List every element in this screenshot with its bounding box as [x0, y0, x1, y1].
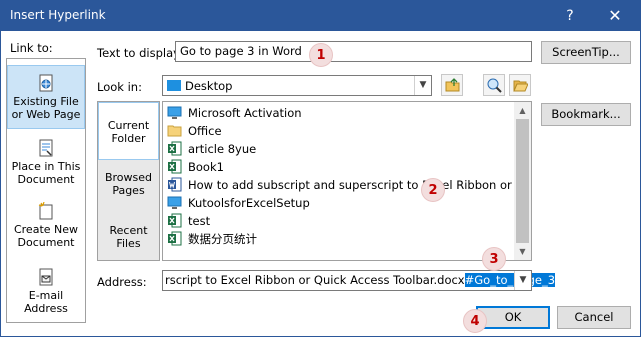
file-name: KutoolsforExcelSetup	[188, 196, 310, 210]
file-name: article 8yue	[188, 142, 257, 156]
link-to-email-line1: E-mail	[28, 289, 64, 302]
browse-web-button[interactable]	[483, 74, 505, 96]
new-document-icon	[38, 202, 53, 220]
email-icon	[39, 268, 53, 286]
link-to-label: Link to:	[10, 41, 53, 55]
list-item[interactable]: test	[167, 212, 210, 230]
text-to-display-input[interactable]: Go to page 3 in Word	[175, 41, 532, 62]
annotation-badge-1: 1	[309, 43, 333, 67]
link-to-place-line2: Document	[17, 173, 75, 186]
scroll-up-icon[interactable]: ▲	[514, 102, 531, 119]
browsed-pages-line2: Pages	[112, 184, 145, 197]
annotation-badge-3: 3	[482, 247, 506, 271]
address-input[interactable]: rscript to Excel Ribbon or Quick Access …	[162, 270, 556, 291]
address-value: rscript to Excel Ribbon or Quick Access …	[165, 273, 556, 287]
link-to-place-in-document[interactable]: Place in This Document	[7, 139, 85, 186]
excel-icon	[168, 213, 182, 228]
chevron-down-icon[interactable]: ▼	[514, 271, 531, 290]
look-in-dropdown[interactable]: Desktop ▼	[162, 75, 432, 96]
list-item[interactable]: Microsoft Activation	[167, 104, 302, 122]
desktop-icon	[167, 80, 181, 91]
look-in-value: Desktop	[185, 79, 233, 93]
recent-files-line2: Files	[116, 237, 141, 250]
scroll-down-icon[interactable]: ▼	[514, 243, 531, 260]
address-value-selected: #Go_to_page_3	[464, 273, 556, 287]
link-to-create-line2: Document	[17, 236, 75, 249]
insert-hyperlink-dialog: Insert Hyperlink ? ✕ Link to: Existing F…	[0, 0, 641, 337]
window-title: Insert Hyperlink	[10, 8, 106, 22]
excel-icon	[168, 231, 182, 246]
list-item[interactable]: Office	[167, 122, 222, 140]
link-to-existing-line1: Existing File	[13, 95, 79, 108]
browsed-pages-line1: Browsed	[104, 171, 153, 184]
file-name: Book1	[188, 160, 224, 174]
browsed-pages-tab[interactable]: Browsed Pages	[98, 171, 159, 197]
file-name: Office	[188, 124, 222, 138]
list-item[interactable]: KutoolsforExcelSetup	[167, 194, 310, 212]
list-item[interactable]: article 8yue	[167, 140, 256, 158]
word-icon	[168, 177, 182, 192]
file-name: test	[188, 214, 211, 228]
close-button[interactable]: ✕	[602, 4, 628, 28]
app-icon	[167, 106, 182, 119]
address-label: Address:	[97, 275, 147, 289]
link-to-create-new-document[interactable]: Create New Document	[7, 202, 85, 249]
recent-files-line1: Recent	[109, 224, 148, 237]
help-button[interactable]: ?	[557, 4, 583, 28]
file-name: 数据分页统计	[188, 232, 257, 246]
list-item[interactable]: How to add subscript and superscript to …	[167, 176, 532, 194]
globe-search-icon	[487, 78, 502, 93]
place-document-icon	[39, 139, 53, 157]
app-icon	[167, 196, 182, 209]
file-list-scrollbar[interactable]: ▲ ▼	[514, 102, 531, 260]
ok-button[interactable]: OK	[476, 306, 550, 329]
current-folder-line2: Folder	[111, 132, 146, 145]
up-folder-button[interactable]	[441, 74, 463, 96]
file-name: Microsoft Activation	[188, 106, 302, 120]
folder-icon	[167, 125, 182, 137]
scroll-thumb[interactable]	[516, 119, 529, 243]
link-to-email-line2: Address	[24, 302, 68, 315]
annotation-badge-4: 4	[463, 309, 487, 333]
list-item[interactable]: 数据分页统计	[167, 230, 257, 248]
look-in-label: Look in:	[97, 80, 142, 94]
bookmark-button[interactable]: Bookmark...	[541, 103, 631, 126]
list-item[interactable]: Book1	[167, 158, 224, 176]
title-bar: Insert Hyperlink ? ✕	[1, 1, 640, 31]
screentip-button[interactable]: ScreenTip...	[541, 41, 631, 64]
link-to-create-line1: Create New	[13, 223, 79, 236]
file-list: Microsoft Activation Office article 8yue…	[162, 101, 532, 261]
recent-files-tab[interactable]: Recent Files	[98, 224, 159, 250]
link-to-email-address[interactable]: E-mail Address	[7, 268, 85, 315]
folder-open-icon	[513, 80, 528, 92]
excel-icon	[168, 159, 182, 174]
address-dropdown[interactable]: ▼	[514, 270, 532, 291]
text-to-display-label: Text to display:	[97, 46, 183, 60]
current-folder-tab[interactable]: Current Folder	[98, 102, 159, 160]
excel-icon	[168, 141, 182, 156]
folder-up-icon	[445, 78, 460, 92]
link-to-place-line1: Place in This	[11, 160, 81, 173]
globe-file-icon	[39, 74, 53, 92]
browse-location-panel: Current Folder Browsed Pages Recent File…	[97, 101, 160, 261]
current-folder-line1: Current	[107, 119, 150, 132]
browse-file-button[interactable]	[509, 74, 531, 96]
cancel-button[interactable]: Cancel	[557, 306, 631, 329]
chevron-down-icon[interactable]: ▼	[414, 76, 431, 95]
link-to-existing-line2: or Web Page	[11, 108, 81, 121]
file-name: How to add subscript and superscript to …	[188, 178, 532, 192]
link-to-existing-file[interactable]: Existing File or Web Page	[7, 65, 85, 129]
address-value-plain: rscript to Excel Ribbon or Quick Access …	[165, 273, 465, 287]
link-to-panel: Existing File or Web Page Place in This …	[6, 58, 86, 323]
annotation-badge-2: 2	[421, 178, 445, 202]
